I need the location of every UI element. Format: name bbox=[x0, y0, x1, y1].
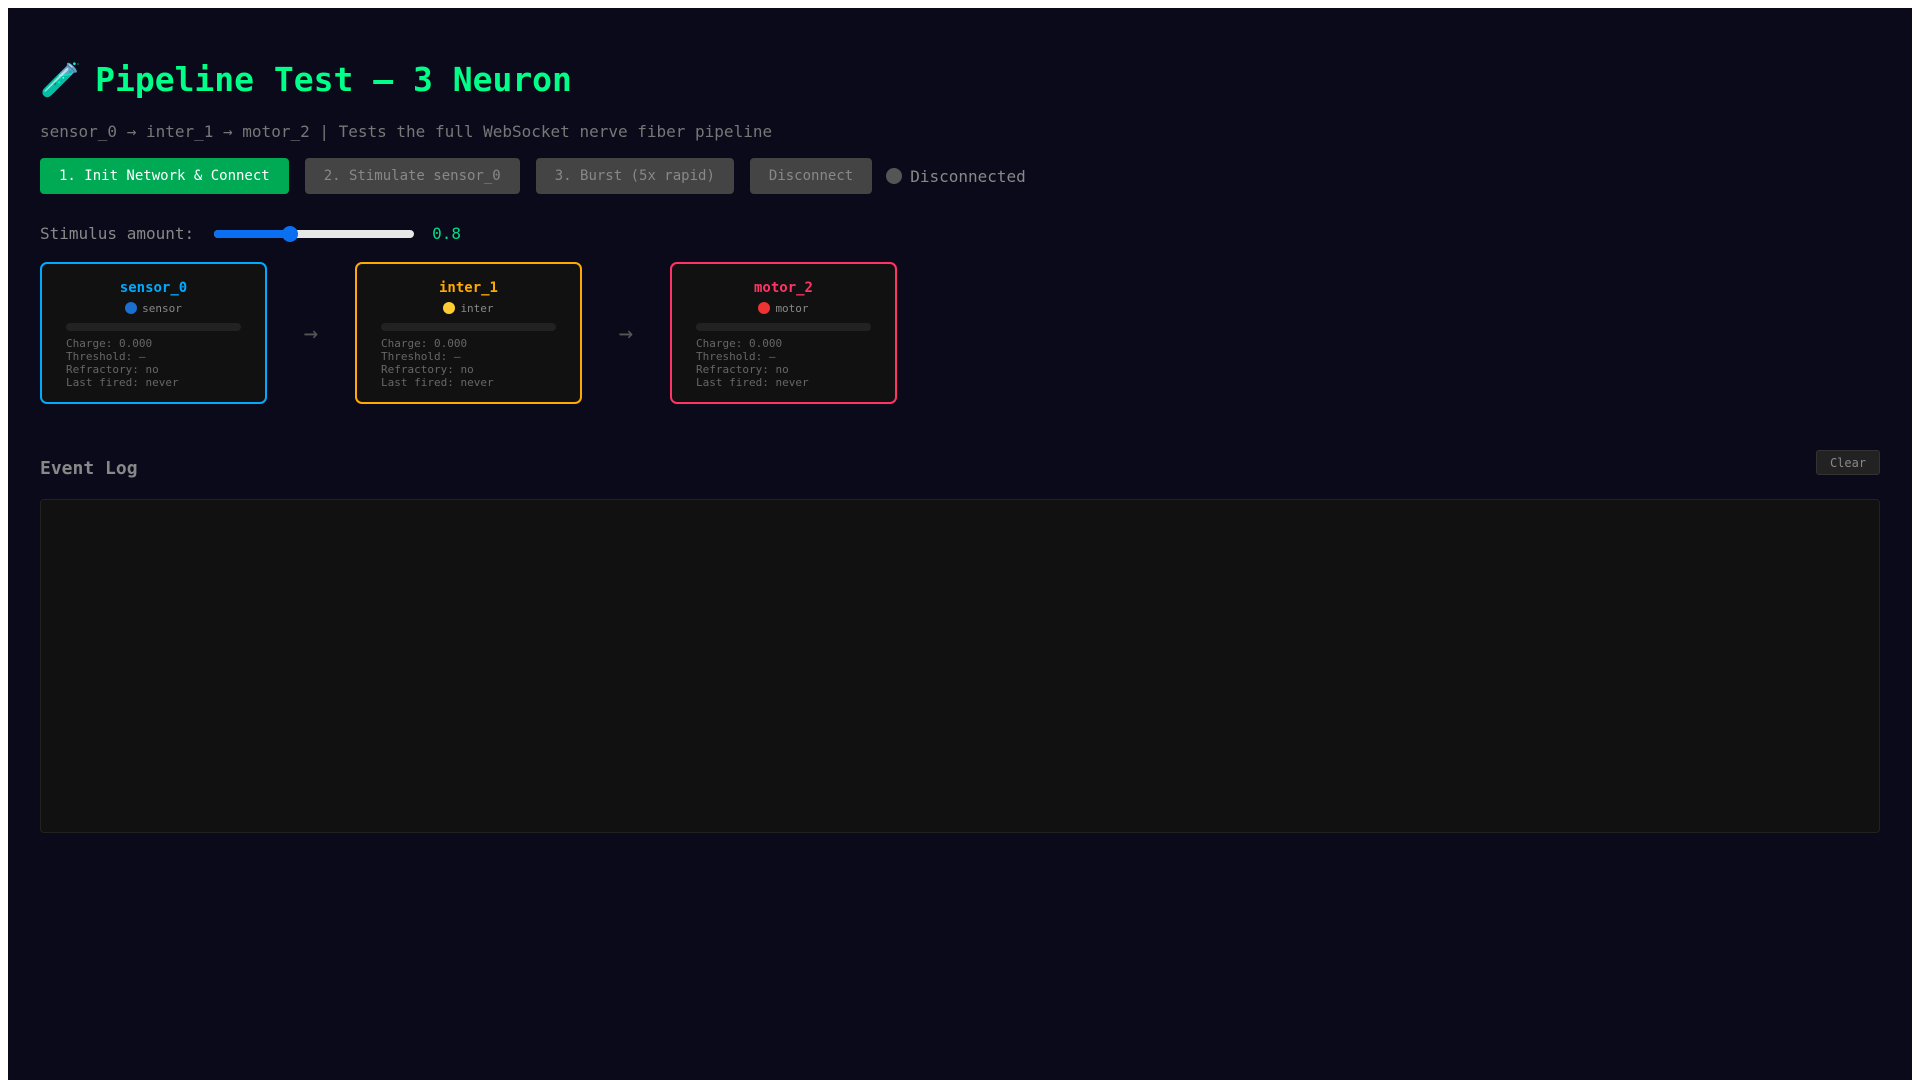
init-connect-button[interactable]: 1. Init Network & Connect bbox=[40, 158, 289, 194]
status-dot-icon bbox=[886, 168, 903, 184]
event-log-title: Event Log bbox=[40, 458, 138, 479]
slider-thumb[interactable] bbox=[282, 225, 299, 242]
arrow-right-icon: → bbox=[618, 319, 634, 347]
charge-bar bbox=[66, 323, 241, 331]
disconnect-button[interactable]: Disconnect bbox=[749, 158, 873, 194]
charge: Charge: 0.000 bbox=[66, 337, 153, 350]
charge: Charge: 0.000 bbox=[381, 337, 468, 350]
event-log[interactable] bbox=[40, 499, 1880, 833]
refractory: Refractory: no bbox=[381, 363, 474, 376]
stimulus-label: Stimulus amount: bbox=[40, 224, 195, 243]
neuron-name: inter_1 bbox=[438, 280, 498, 296]
last-fired: Last fired: never bbox=[381, 376, 494, 389]
type-dot-icon bbox=[758, 302, 771, 314]
neuron-card-sensor: sensor_0 sensor Charge: 0.000 Threshold:… bbox=[40, 262, 267, 404]
type-dot-icon bbox=[125, 302, 138, 314]
neuron-name: sensor_0 bbox=[119, 280, 188, 296]
toolbar: 1. Init Network & Connect 2. Stimulate s… bbox=[40, 158, 1026, 194]
burst-button[interactable]: 3. Burst (5x rapid) bbox=[535, 158, 734, 194]
neuron-type: sensor bbox=[142, 302, 182, 315]
stimulus-row: Stimulus amount: 0.8 bbox=[40, 224, 461, 243]
charge-bar bbox=[381, 323, 556, 331]
last-fired: Last fired: never bbox=[66, 376, 179, 389]
connection-status: Disconnected bbox=[886, 167, 1026, 186]
stimulus-value: 0.8 bbox=[432, 224, 462, 243]
threshold: Threshold: — bbox=[66, 350, 146, 363]
charge: Charge: 0.000 bbox=[696, 337, 783, 350]
neuron-card-inter: inter_1 inter Charge: 0.000 Threshold: —… bbox=[355, 262, 582, 404]
neuron-name: motor_2 bbox=[753, 280, 813, 296]
refractory: Refractory: no bbox=[696, 363, 789, 376]
stimulus-slider[interactable] bbox=[214, 225, 415, 242]
neuron-type: motor bbox=[775, 302, 809, 315]
refractory: Refractory: no bbox=[66, 363, 159, 376]
type-dot-icon bbox=[443, 302, 456, 314]
neuron-type: inter bbox=[460, 302, 494, 315]
arrow-right-icon: → bbox=[303, 319, 319, 347]
test-tube-icon: 🧪 bbox=[40, 60, 82, 99]
page-title: 🧪 Pipeline Test — 3 Neuron bbox=[40, 60, 572, 99]
last-fired: Last fired: never bbox=[696, 376, 809, 389]
neuron-pipeline: sensor_0 sensor Charge: 0.000 Threshold:… bbox=[40, 262, 897, 404]
threshold: Threshold: — bbox=[696, 350, 776, 363]
page: 🧪 Pipeline Test — 3 Neuron sensor_0 → int… bbox=[8, 8, 1912, 1080]
clear-log-button[interactable]: Clear bbox=[1816, 450, 1880, 475]
neuron-card-motor: motor_2 motor Charge: 0.000 Threshold: —… bbox=[670, 262, 897, 404]
threshold: Threshold: — bbox=[381, 350, 461, 363]
subtitle: sensor_0 → inter_1 → motor_2 | Tests the… bbox=[40, 122, 773, 141]
slider-fill bbox=[214, 229, 291, 238]
stimulate-button[interactable]: 2. Stimulate sensor_0 bbox=[304, 158, 520, 194]
charge-bar bbox=[696, 323, 871, 331]
